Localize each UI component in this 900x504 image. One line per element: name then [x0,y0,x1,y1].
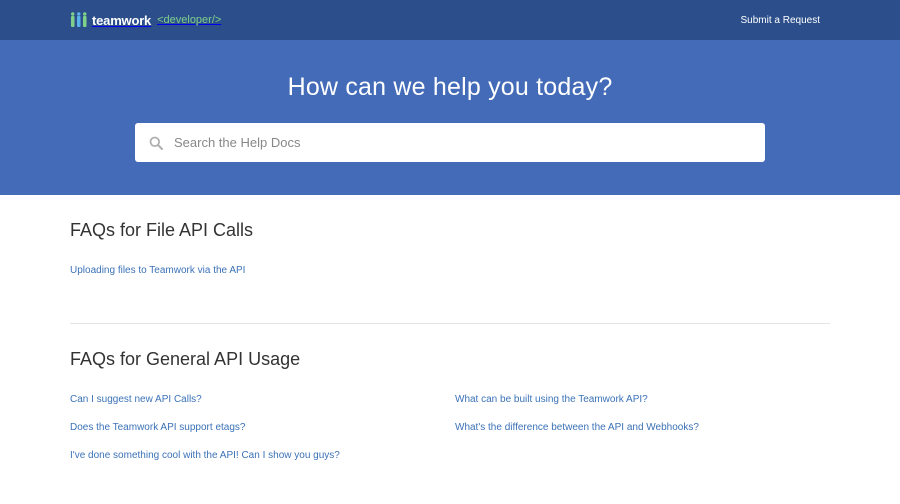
hero-banner: How can we help you today? [0,40,900,195]
brand-name: teamwork [92,12,152,28]
article-link[interactable]: Does the Teamwork API support etags? [70,421,455,435]
faq-section-file-api: FAQs for File API Calls Uploading files … [70,195,830,324]
section-title: FAQs for General API Usage [70,349,301,369]
search-input[interactable] [174,135,754,150]
teamwork-logo-icon [71,12,87,27]
article-list: Can I suggest new API Calls? What can be… [70,393,830,463]
hero-title: How can we help you today? [287,73,613,101]
article-list: Uploading files to Teamwork via the API [70,264,830,278]
article-link[interactable]: Can I suggest new API Calls? [70,393,455,407]
main-content: FAQs for File API Calls Uploading files … [0,195,900,463]
submit-request-link[interactable]: Submit a Request [741,15,821,26]
faq-section-general-api: FAQs for General API Usage Can I suggest… [70,324,830,463]
article-link[interactable]: What can be built using the Teamwork API… [455,393,830,407]
search-box[interactable] [135,123,765,162]
top-navigation-bar: teamwork <developer/> Submit a Request [0,0,900,40]
brand-tag: <developer/> [157,14,222,26]
section-title: FAQs for File API Calls [70,220,254,240]
article-link[interactable]: What's the difference between the API an… [455,421,830,435]
search-icon [149,136,163,150]
article-link[interactable]: Uploading files to Teamwork via the API [70,264,455,278]
teamwork-developer-logo[interactable]: teamwork <developer/> [70,12,221,28]
article-link[interactable]: I've done something cool with the API! C… [70,449,455,463]
